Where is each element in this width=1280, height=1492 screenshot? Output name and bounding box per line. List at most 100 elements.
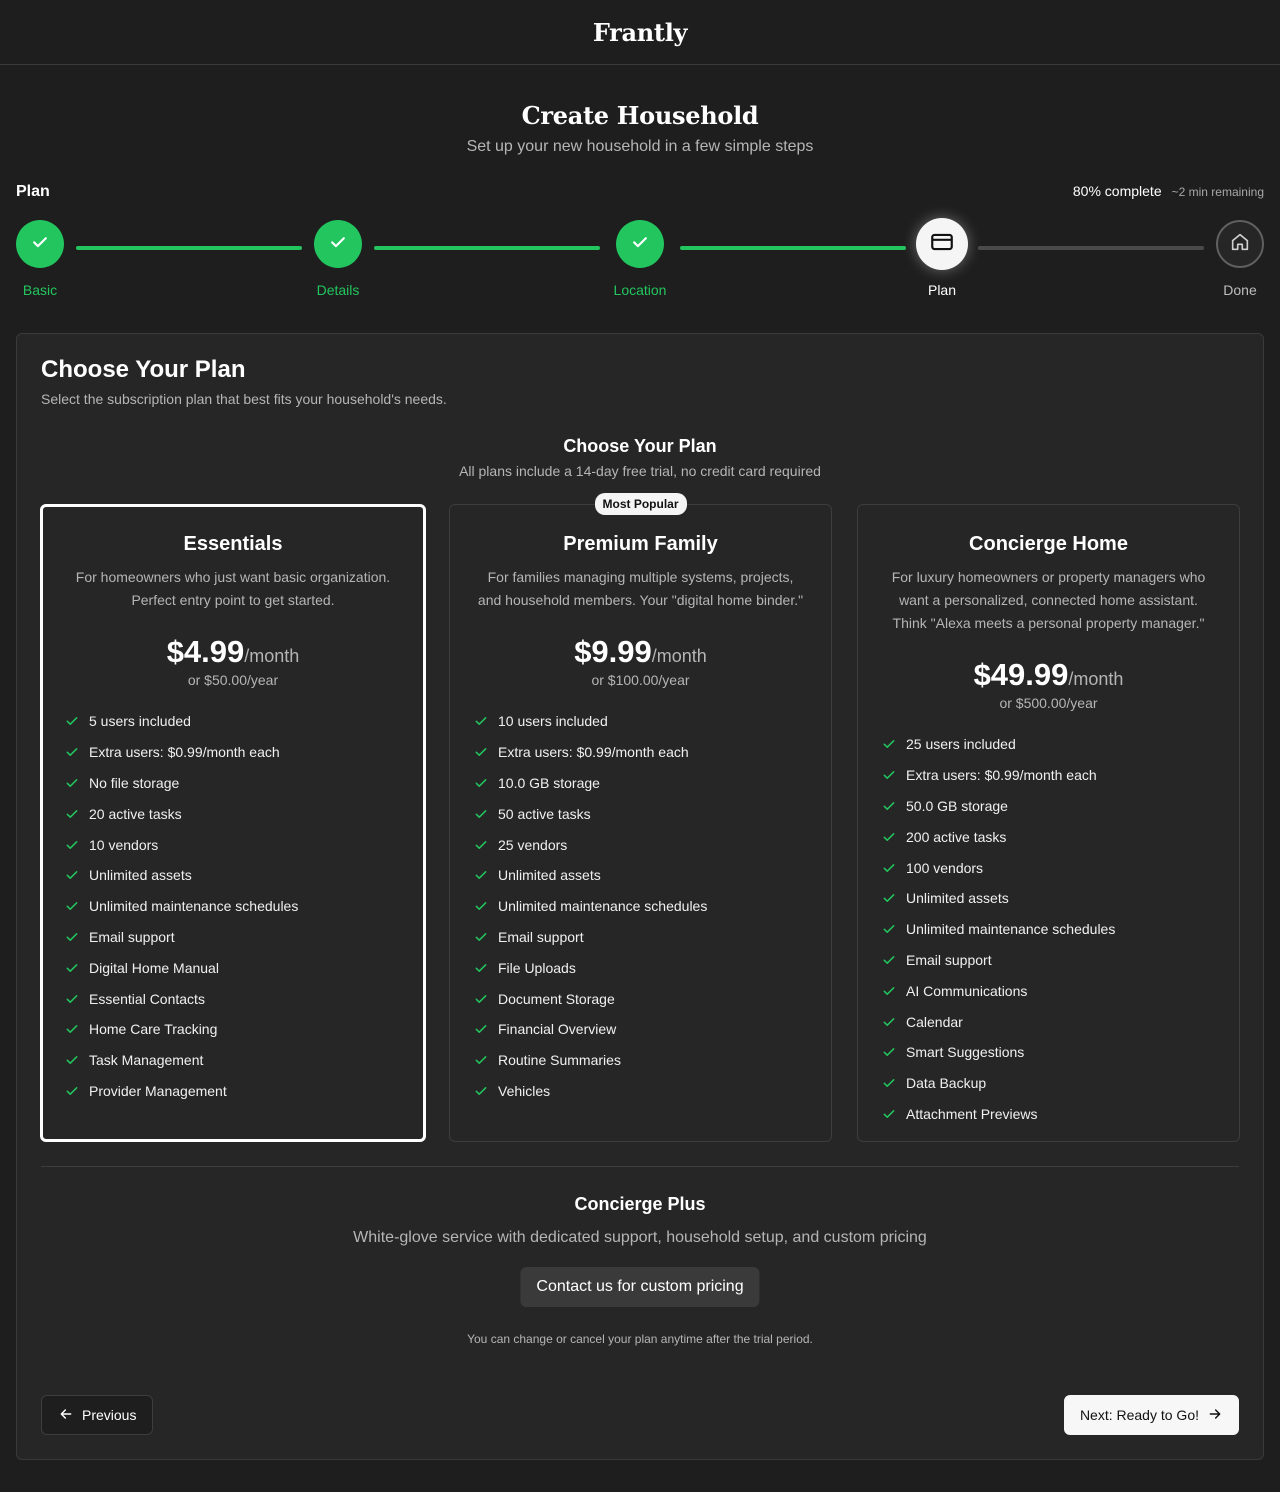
check-icon: [65, 899, 89, 913]
check-icon: [882, 891, 906, 905]
plan-yearly-price: or $100.00/year: [591, 672, 690, 688]
feature-text: 25 users included: [906, 736, 1016, 753]
check-icon: [474, 745, 498, 759]
check-icon: [474, 868, 498, 882]
feature-text: Extra users: $0.99/month each: [89, 744, 280, 761]
step-circle: [616, 220, 664, 268]
plan-period: /month: [651, 646, 707, 666]
check-icon: [65, 930, 89, 944]
progress-header: Plan 80% complete ~2 min remaining: [16, 183, 1264, 201]
feature-item: Essential Contacts: [65, 983, 401, 1014]
feature-text: Provider Management: [89, 1082, 227, 1099]
feature-item: 25 users included: [882, 729, 1215, 760]
feature-text: Task Management: [89, 1052, 204, 1069]
feature-text: 20 active tasks: [89, 805, 182, 822]
arrow-right-icon: [1207, 1406, 1223, 1425]
feature-text: Unlimited assets: [498, 867, 601, 884]
check-icon: [474, 992, 498, 1006]
feature-text: Unlimited maintenance schedules: [89, 898, 299, 915]
feature-item: No file storage: [65, 768, 401, 799]
plan-yearly-price: or $500.00/year: [999, 695, 1098, 711]
plan-description: For luxury homeowners or property manage…: [891, 569, 1206, 631]
feature-item: Extra users: $0.99/month each: [474, 737, 807, 768]
step-connector: [76, 246, 302, 250]
feature-item: Attachment Previews: [882, 1099, 1215, 1130]
feature-item: File Uploads: [474, 952, 807, 983]
feature-text: Email support: [89, 928, 175, 945]
plan-card-premium-family[interactable]: Most Popular Premium Family For families…: [449, 493, 832, 1142]
feature-text: Unlimited assets: [89, 867, 192, 884]
step-details[interactable]: Details: [293, 220, 383, 298]
brand-logo[interactable]: Frantly: [593, 18, 688, 47]
feature-item: Extra users: $0.99/month each: [65, 737, 401, 768]
plan-price-row: $9.99/month: [474, 634, 807, 670]
contact-custom-pricing-button[interactable]: Contact us for custom pricing: [520, 1267, 760, 1307]
feature-item: Financial Overview: [474, 1014, 807, 1045]
next-label: Next: Ready to Go!: [1079, 1407, 1199, 1423]
check-icon: [474, 807, 498, 821]
step-location[interactable]: Location: [595, 220, 685, 298]
plan-name: Premium Family: [563, 533, 718, 555]
feature-text: Financial Overview: [498, 1021, 617, 1038]
step-basic[interactable]: Basic: [0, 220, 85, 298]
plan-name: Concierge Home: [969, 533, 1128, 555]
check-icon: [65, 992, 89, 1006]
plan-price-row: $49.99/month: [882, 657, 1215, 693]
feature-text: 200 active tasks: [906, 828, 1007, 845]
page-heading: Create Household Set up your new househo…: [0, 65, 1280, 156]
feature-item: Unlimited maintenance schedules: [882, 914, 1215, 945]
arrow-left-icon: [58, 1406, 74, 1425]
step-connector: [978, 246, 1204, 250]
check-icon: [65, 961, 89, 975]
feature-item: Home Care Tracking: [65, 1014, 401, 1045]
feature-item: Unlimited assets: [65, 860, 401, 891]
feature-text: Calendar: [906, 1013, 963, 1030]
check-icon: [474, 838, 498, 852]
check-icon: [474, 899, 498, 913]
previous-button[interactable]: Previous: [41, 1395, 154, 1435]
feature-text: 100 vendors: [906, 859, 984, 876]
feature-text: Essential Contacts: [89, 990, 205, 1007]
feature-text: Extra users: $0.99/month each: [906, 767, 1097, 784]
plan-name: Essentials: [183, 533, 283, 555]
feature-item: Email support: [882, 945, 1215, 976]
check-icon: [65, 807, 89, 821]
panel-title: Choose Your Plan: [41, 356, 246, 383]
section-divider: [41, 1166, 1239, 1167]
check-icon: [474, 961, 498, 975]
check-icon: [474, 714, 498, 728]
feature-text: Unlimited assets: [906, 890, 1009, 907]
check-icon: [882, 861, 906, 875]
step-plan[interactable]: Plan: [897, 218, 987, 298]
fine-print: You can change or cancel your plan anyti…: [467, 1332, 813, 1346]
feature-item: Unlimited assets: [882, 883, 1215, 914]
feature-item: 25 vendors: [474, 829, 807, 860]
concierge-plus-title: Concierge Plus: [574, 1194, 706, 1214]
next-button[interactable]: Next: Ready to Go!: [1063, 1395, 1239, 1435]
check-icon: [474, 776, 498, 790]
feature-item: Digital Home Manual: [65, 952, 401, 983]
feature-text: 5 users included: [89, 713, 191, 730]
most-popular-badge: Most Popular: [594, 493, 687, 515]
check-icon: [882, 737, 906, 751]
feature-item: 50.0 GB storage: [882, 791, 1215, 822]
current-step-name: Plan: [16, 183, 50, 200]
check-icon: [882, 1076, 906, 1090]
panel-subtitle: Select the subscription plan that best f…: [41, 391, 447, 407]
feature-text: 10.0 GB storage: [498, 774, 600, 791]
feature-text: Data Backup: [906, 1075, 987, 1092]
check-icon: [65, 838, 89, 852]
check-icon: [474, 930, 498, 944]
plan-card-essentials[interactable]: Essentials For homeowners who just want …: [40, 504, 426, 1142]
previous-label: Previous: [82, 1407, 137, 1423]
feature-item: Data Backup: [882, 1068, 1215, 1099]
plan-description: For homeowners who just want basic organ…: [75, 569, 391, 608]
plan-description: For families managing multiple systems, …: [477, 569, 804, 608]
plan-card-concierge-home[interactable]: Concierge Home For luxury homeowners or …: [857, 504, 1240, 1142]
feature-item: 50 active tasks: [474, 798, 807, 829]
feature-item: Document Storage: [474, 983, 807, 1014]
feature-text: 10 users included: [498, 713, 608, 730]
step-circle: [916, 218, 968, 270]
step-done[interactable]: Done: [1195, 220, 1280, 298]
feature-list: 5 users included Extra users: $0.99/month…: [65, 706, 401, 1106]
